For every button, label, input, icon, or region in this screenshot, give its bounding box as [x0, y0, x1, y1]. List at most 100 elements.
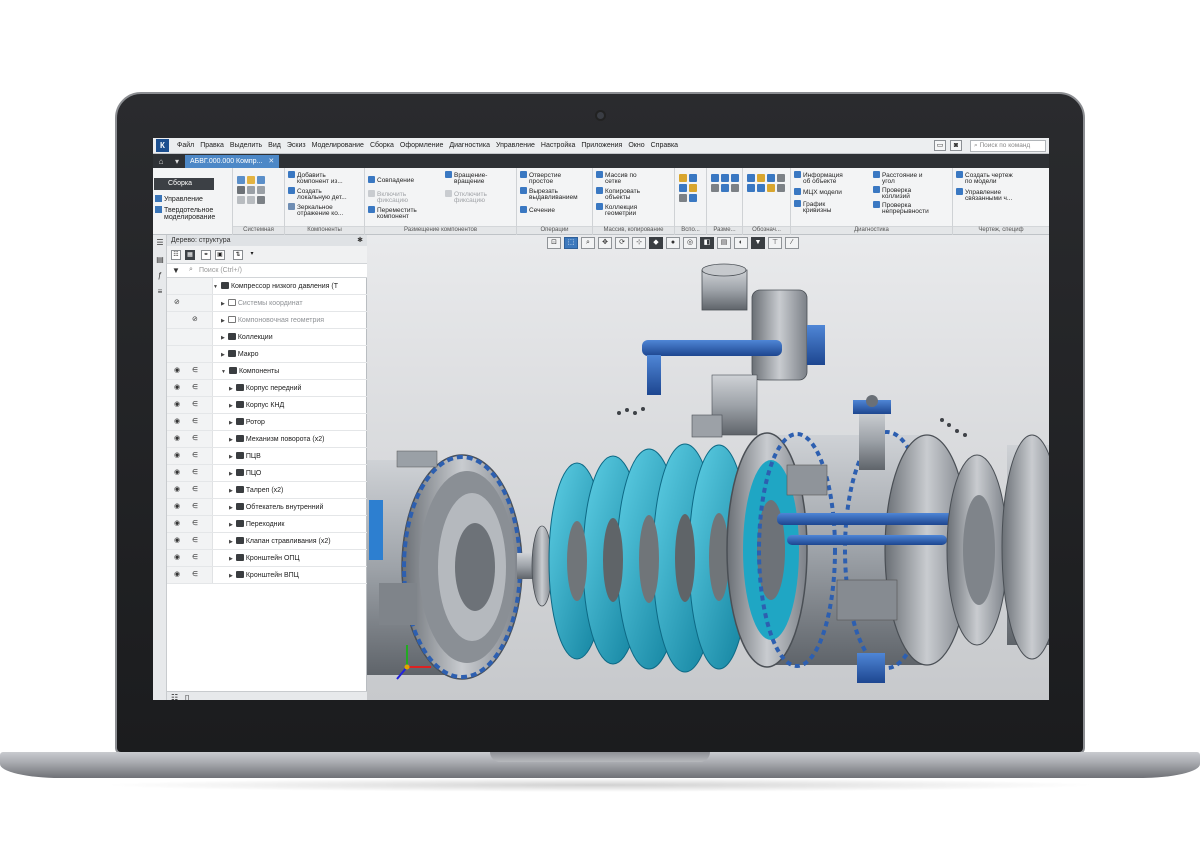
print-icon[interactable]: [237, 186, 245, 194]
open-file-icon[interactable]: [247, 176, 255, 184]
home-icon[interactable]: ⌂: [153, 155, 169, 168]
properties-icon[interactable]: [257, 196, 265, 204]
funnel-icon[interactable]: ▼: [172, 266, 180, 275]
curve-icon[interactable]: [679, 194, 687, 202]
point-icon[interactable]: [679, 184, 687, 192]
csys-icon[interactable]: [689, 184, 697, 192]
expand-icon[interactable]: ▶: [229, 539, 233, 545]
axis-icon[interactable]: [689, 174, 697, 182]
arc-size-icon[interactable]: [731, 184, 739, 192]
eye-icon[interactable]: ◉: [174, 537, 180, 545]
menu-design[interactable]: Оформление: [397, 142, 446, 149]
menu-assembly[interactable]: Сборка: [367, 142, 397, 149]
tree-row-component[interactable]: ◉ ∈ ▶ Талреп (x2): [167, 482, 367, 499]
chevron-down-icon[interactable]: ▾: [247, 250, 257, 260]
rear-flange[interactable]: [946, 434, 1049, 660]
expand-icon[interactable]: ▶: [229, 556, 233, 562]
mode-management[interactable]: Управление: [155, 195, 231, 204]
distance-angle-button[interactable]: Расстояние и: [873, 171, 923, 179]
tree-filter-icon[interactable]: ▣: [215, 250, 225, 260]
text-icon[interactable]: [747, 184, 755, 192]
sketch-icon[interactable]: [689, 194, 697, 202]
tree-row-collections[interactable]: ▶ Коллекции: [167, 329, 367, 346]
tab-list-icon[interactable]: ▾: [169, 155, 185, 168]
coincidence-button[interactable]: Совпадение: [368, 176, 414, 184]
tree-row-component[interactable]: ◉ ∈ ▶ Клапан стравливания (x2): [167, 533, 367, 550]
plane-icon[interactable]: [679, 174, 687, 182]
expand-icon[interactable]: ▶: [221, 301, 225, 307]
tree-row-component[interactable]: ◉ ∈ ▶ Кронштейн ОПЦ: [167, 550, 367, 567]
command-search-input[interactable]: ⌕ Поиск по команд: [970, 139, 1046, 152]
menu-settings[interactable]: Настройка: [538, 142, 578, 149]
eye-icon[interactable]: ◉: [174, 418, 180, 426]
undo-icon[interactable]: [237, 196, 245, 204]
tree-row-root[interactable]: ▼ Компрессор низкого давления (Т: [167, 278, 367, 295]
redo-icon[interactable]: [247, 196, 255, 204]
hidden-geometry-icon[interactable]: ⊘: [192, 316, 198, 324]
document-tab[interactable]: АБВГ.000.000 Компр... ✕: [185, 155, 280, 168]
tree-row-component[interactable]: ◉ ∈ ▶ Корпус передний: [167, 380, 367, 397]
close-icon[interactable]: ✕: [268, 155, 274, 168]
angular-size-icon[interactable]: [731, 174, 739, 182]
menu-modeling[interactable]: Моделирование: [309, 142, 367, 149]
tree-row-component[interactable]: ◉ ∈ ▶ ПЦО: [167, 465, 367, 482]
compressor-stages[interactable]: [548, 443, 750, 673]
linear-size-icon[interactable]: [711, 174, 719, 182]
eye-icon[interactable]: ◉: [174, 367, 180, 375]
mate-icon[interactable]: ∈: [192, 452, 198, 460]
fullscreen-button[interactable]: ▭: [934, 140, 946, 151]
eye-icon[interactable]: ◉: [174, 469, 180, 477]
menu-sketch[interactable]: Эскиз: [284, 142, 309, 149]
tree-row-macro[interactable]: ▶ Макро: [167, 346, 367, 363]
mate-icon[interactable]: ∈: [192, 537, 198, 545]
copy-icon[interactable]: [247, 186, 255, 194]
mark-icon[interactable]: [757, 184, 765, 192]
menu-applications[interactable]: Приложения: [578, 142, 625, 149]
expand-icon[interactable]: ▶: [229, 505, 233, 511]
tree-tab-icon[interactable]: ☷: [171, 693, 178, 700]
mate-icon[interactable]: ∈: [192, 401, 198, 409]
expand-icon[interactable]: ▶: [221, 335, 225, 341]
hidden-eye-icon[interactable]: ⊘: [174, 299, 180, 307]
model-viewport[interactable]: ⊡ ⬚ ⌕ ✥ ⟳ ⊹ ◆ ● ◎ ◧ ▤ ◐ ▼ ⊤ ⁄: [367, 235, 1049, 700]
expand-icon[interactable]: ▶: [221, 352, 225, 358]
base-icon[interactable]: [767, 174, 775, 182]
paste-icon[interactable]: [257, 186, 265, 194]
eye-icon[interactable]: ◉: [174, 486, 180, 494]
menu-select[interactable]: Выделить: [227, 142, 265, 149]
menu-diagnostics[interactable]: Диагностика: [446, 142, 493, 149]
leader-icon[interactable]: [747, 174, 755, 182]
radial-size-icon[interactable]: [721, 174, 729, 182]
camera-icon[interactable]: ◙: [950, 140, 962, 151]
eye-icon[interactable]: ◉: [174, 571, 180, 579]
eye-icon[interactable]: ◉: [174, 435, 180, 443]
tree-row-component[interactable]: ◉ ∈ ▶ Корпус КНД: [167, 397, 367, 414]
menu-window[interactable]: Окно: [625, 142, 647, 149]
table-icon[interactable]: [777, 184, 785, 192]
mate-icon[interactable]: ∈: [192, 367, 198, 375]
expand-icon[interactable]: ▶: [221, 318, 225, 324]
menu-help[interactable]: Справка: [648, 142, 681, 149]
menu-management[interactable]: Управление: [493, 142, 538, 149]
document-tab-icon[interactable]: ▯: [185, 693, 189, 700]
tree-row-component[interactable]: ◉ ∈ ▶ Обтекатель внутренний: [167, 499, 367, 516]
menu-edit[interactable]: Правка: [197, 142, 227, 149]
save-icon[interactable]: [257, 176, 265, 184]
tree-row-component[interactable]: ◉ ∈ ▶ Кронштейн ВПЦ: [167, 567, 367, 584]
mate-icon[interactable]: ∈: [192, 469, 198, 477]
section-button[interactable]: Сечение: [520, 206, 555, 214]
new-file-icon[interactable]: [237, 176, 245, 184]
eye-icon[interactable]: ◉: [174, 452, 180, 460]
collapse-icon[interactable]: ▼: [221, 369, 226, 375]
tree-search-input[interactable]: Поиск (Ctrl+/): [199, 267, 242, 274]
tree-row-coordinate-systems[interactable]: ⊘ ▶ Системы координат: [167, 295, 367, 312]
expand-icon[interactable]: ▶: [229, 522, 233, 528]
mode-assembly[interactable]: Сборка: [154, 178, 214, 190]
eye-icon[interactable]: ◉: [174, 401, 180, 409]
variables-panel-toggle[interactable]: ƒ: [155, 271, 165, 281]
tree-row-component[interactable]: ◉ ∈ ▶ Переходник: [167, 516, 367, 533]
expand-icon[interactable]: ▶: [229, 488, 233, 494]
expand-icon[interactable]: ▶: [229, 573, 233, 579]
mate-icon[interactable]: ∈: [192, 520, 198, 528]
expand-icon[interactable]: ▶: [229, 454, 233, 460]
